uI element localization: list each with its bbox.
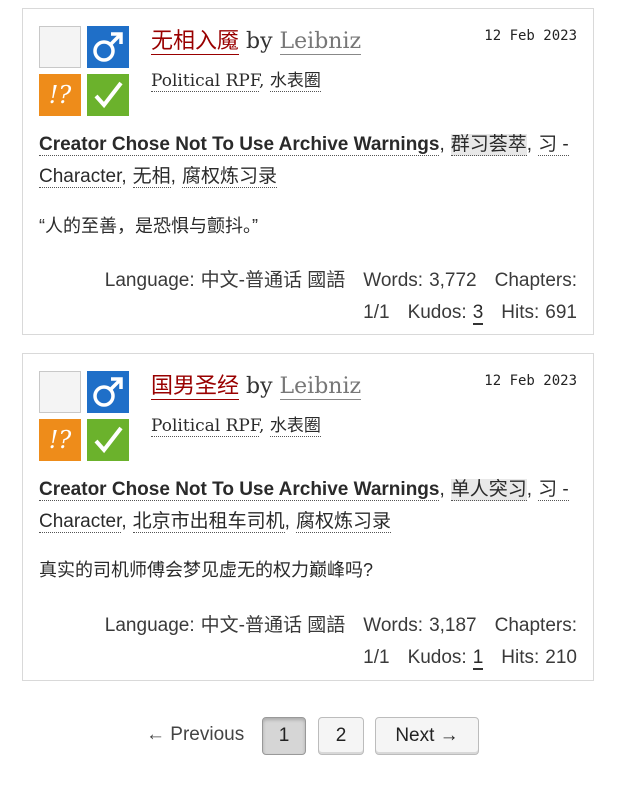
work-stats: Language: 中文-普通话 國語 Words: 3,187 Chapters: 1/… [37, 610, 577, 674]
work-title-link[interactable]: 国男圣经 [151, 374, 240, 400]
language-value: 中文-普通话 國語 [200, 270, 346, 291]
by-label: by [246, 29, 273, 54]
fandom-link[interactable]: 水表圈 [269, 416, 321, 437]
language-value: 中文-普通话 國語 [200, 615, 346, 636]
work-stats: Language: 中文-普通话 國語 Words: 3,772 Chapters: 1/… [37, 265, 577, 329]
work-heading: 国男圣经 by Leibniz [151, 368, 362, 400]
fandom-list: Political RPF, 水表圈 [151, 416, 321, 437]
character-tag[interactable]: 无相 [132, 166, 171, 188]
category-male-icon[interactable] [87, 371, 129, 413]
freeform-tag[interactable]: 腐权炼习录 [181, 166, 277, 188]
chapters-value: 1/1 [363, 647, 390, 668]
work-date: 12 Feb 2023 [484, 373, 577, 389]
kudos-link[interactable]: 1 [472, 647, 484, 670]
hits-value: 210 [545, 647, 577, 668]
tag-list: Creator Chose Not To Use Archive Warning… [39, 479, 569, 533]
chapters-value: 1/1 [363, 302, 390, 323]
words-label: Words: [363, 270, 424, 291]
tag-list: Creator Chose Not To Use Archive Warning… [39, 134, 569, 188]
kudos-link[interactable]: 3 [472, 302, 484, 325]
kudos-label: Kudos: [407, 302, 467, 323]
fandom-link[interactable]: Political RPF [151, 71, 260, 92]
language-label: Language: [104, 270, 195, 291]
fandom-list: Political RPF, 水表圈 [151, 71, 321, 92]
hits-value: 691 [545, 302, 577, 323]
words-value: 3,187 [429, 615, 477, 636]
warning-tag[interactable]: Creator Chose Not To Use Archive Warning… [39, 134, 440, 156]
category-male-icon[interactable] [87, 26, 129, 68]
work-date: 12 Feb 2023 [484, 28, 577, 44]
complete-checkmark-icon[interactable] [87, 74, 129, 116]
language-label: Language: [104, 615, 195, 636]
chapters-label: Chapters: [494, 270, 577, 291]
work-summary: “人的至善，是恐惧与颤抖。” [39, 216, 258, 236]
fandom-link[interactable]: Political RPF [151, 416, 260, 437]
rating-icon[interactable] [39, 26, 81, 68]
work-heading: 无相入魇 by Leibniz [151, 23, 362, 55]
words-label: Words: [363, 615, 424, 636]
warning-tag[interactable]: Creator Chose Not To Use Archive Warning… [39, 479, 440, 501]
work-title-link[interactable]: 无相入魇 [151, 29, 240, 55]
page-1-button[interactable]: 1 [262, 717, 306, 755]
relationship-tag[interactable]: 单人突习 [450, 479, 527, 501]
freeform-tag[interactable]: 腐权炼习录 [295, 511, 391, 533]
previous-page-link[interactable]: ← Previous [146, 724, 244, 746]
warning-icon[interactable]: !? [39, 74, 81, 116]
chapters-label: Chapters: [494, 615, 577, 636]
next-page-button[interactable]: Next → [375, 717, 479, 755]
pagination: ← Previous 1 2 Next → [0, 717, 617, 757]
kudos-label: Kudos: [407, 647, 467, 668]
hits-label: Hits: [501, 647, 540, 668]
author-link[interactable]: Leibniz [279, 374, 362, 400]
character-tag[interactable]: 北京市出租车司机 [132, 511, 285, 533]
work-summary: 真实的司机师傅会梦见虚无的权力巅峰吗? [39, 560, 374, 580]
author-link[interactable]: Leibniz [279, 29, 362, 55]
required-tags: !? [39, 371, 131, 463]
relationship-tag[interactable]: 群习荟萃 [450, 134, 527, 156]
by-label: by [246, 374, 273, 399]
required-tags: !? [39, 26, 131, 118]
hits-label: Hits: [501, 302, 540, 323]
complete-checkmark-icon[interactable] [87, 419, 129, 461]
rating-icon[interactable] [39, 371, 81, 413]
words-value: 3,772 [429, 270, 477, 291]
fandom-link[interactable]: 水表圈 [269, 71, 321, 92]
work-blurb: !? 无相入魇 by Leibniz Political RPF, 水表圈 12… [22, 8, 594, 335]
page-2-button[interactable]: 2 [318, 717, 364, 755]
warning-icon[interactable]: !? [39, 419, 81, 461]
work-blurb: !? 国男圣经 by Leibniz Political RPF, 水表圈 12… [22, 353, 594, 681]
